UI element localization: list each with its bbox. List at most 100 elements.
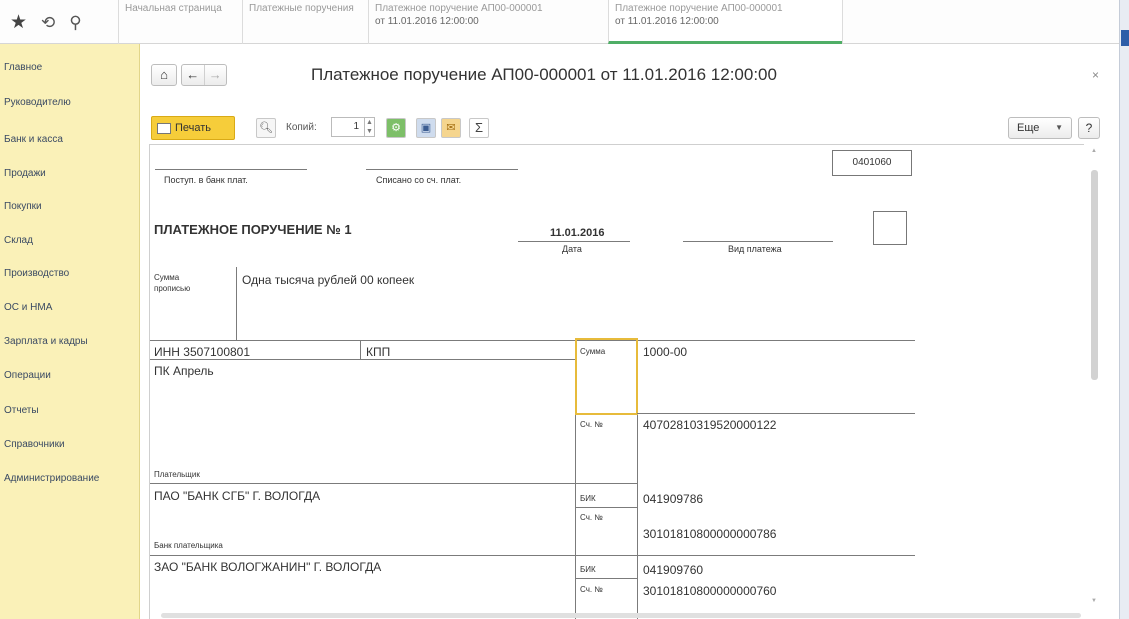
copies-input[interactable]: 1 (331, 117, 365, 137)
tab-payment-order-1[interactable]: Платежное поручение АП00-000001 от 11.01… (368, 0, 608, 44)
vertical-scrollbar[interactable]: ▲ ▼ (1090, 148, 1099, 608)
sidebar-item-purchases[interactable]: Покупки (4, 201, 42, 212)
sidebar-item-references[interactable]: Справочники (4, 439, 65, 450)
date-value: 11.01.2016 (550, 227, 605, 239)
tab-payment-order-2[interactable]: Платежное поручение АП00-000001 от 11.01… (608, 0, 842, 44)
sidebar-item-manager[interactable]: Руководителю (4, 97, 71, 108)
document-area: 0401060 Поступ. в банк плат. Списано со … (141, 144, 1119, 619)
tab-payment-orders[interactable]: Платежные поручения (242, 0, 368, 44)
search-icon[interactable]: ⚲ (69, 14, 81, 31)
date-label: Дата (562, 244, 582, 254)
sidebar-item-assets[interactable]: ОС и НМА (4, 302, 52, 313)
row-line-inn (150, 340, 915, 341)
horizontal-scrollbar[interactable] (161, 613, 1081, 618)
tab-empty-area (842, 0, 1112, 44)
mail-icon[interactable]: ✉ (441, 118, 461, 138)
home-icon: ⌂ (160, 67, 168, 82)
sidebar-item-bank[interactable]: Банк и касса (4, 134, 63, 145)
forward-button[interactable]: → (203, 65, 227, 85)
scroll-down-icon[interactable]: ▼ (1091, 598, 1097, 604)
form-header: ⌂ ← → Платежное поручение АП00-000001 от… (141, 44, 1119, 144)
payer-bank-bik: 041909786 (643, 492, 704, 506)
top-icons: ★ ⟲ ⚲ (0, 0, 118, 44)
payer-bank-account: 30101810800000000786 (643, 527, 777, 541)
sidebar-item-sales[interactable]: Продажи (4, 168, 46, 179)
copies-stepper[interactable]: ▲ ▼ (365, 117, 375, 137)
sum-words-label-1: Сумма (154, 273, 180, 282)
sum-words-label-2: прописью (154, 284, 191, 293)
scroll-up-icon[interactable]: ▲ (1091, 148, 1097, 154)
sum-icon[interactable]: Σ (469, 118, 489, 138)
help-button[interactable]: ? (1078, 117, 1100, 139)
more-button-label: Еще (1017, 122, 1040, 134)
copies-label: Копий: (286, 122, 317, 133)
debited-label: Списано со сч. плат. (376, 175, 462, 185)
payee-bank-name: ЗАО "БАНК ВОЛОГЖАНИН" Г. ВОЛОГДА (154, 560, 382, 574)
date-line (518, 241, 630, 242)
close-icon[interactable]: × (1092, 68, 1099, 82)
chevron-down-icon: ▼ (1055, 123, 1063, 132)
settings-icon[interactable]: ⚙ (386, 118, 406, 138)
navigation-buttons: ← → (181, 64, 227, 86)
sidebar-item-reports[interactable]: Отчеты (4, 405, 39, 416)
payer-account: 40702810319520000122 (643, 418, 777, 432)
payee-bank-bik-label: БИК (580, 565, 596, 574)
tab-label-date: от 11.01.2016 12:00:00 (375, 16, 479, 27)
tab-label: Платежные поручения (249, 3, 354, 14)
tab-label-date: от 11.01.2016 12:00:00 (615, 16, 719, 27)
payer-name: ПК Апрель (154, 364, 214, 378)
inn-kpp-divider (360, 340, 361, 359)
tab-home-page[interactable]: Начальная страница (118, 0, 242, 44)
kpp-label: КПП (366, 345, 391, 359)
tab-label: Платежное поручение АП00-000001 (615, 3, 783, 14)
debited-line (366, 169, 518, 170)
save-icon[interactable]: ▣ (416, 118, 436, 138)
payment-type-line (683, 241, 833, 242)
payer-bank-label: Банк плательщика (154, 541, 223, 550)
sidebar: Главное Руководителю Банк и касса Продаж… (0, 44, 140, 619)
sidebar-item-warehouse[interactable]: Склад (4, 235, 33, 246)
history-icon[interactable]: ⟲ (41, 14, 55, 31)
payment-order-document: 0401060 Поступ. в банк плат. Списано со … (149, 144, 1084, 619)
row-line-account (637, 413, 915, 414)
home-button[interactable]: ⌂ (151, 64, 177, 86)
row-line-payer-name (150, 359, 575, 360)
printer-icon (157, 122, 171, 134)
top-bar: ★ ⟲ ⚲ Начальная страница Платежные поруч… (0, 0, 1129, 44)
received-line (155, 169, 307, 170)
sidebar-item-administration[interactable]: Администрирование (4, 473, 99, 484)
tab-label: Платежное поручение АП00-000001 (375, 3, 543, 14)
print-button-label: Печать (175, 122, 212, 134)
payer-bank-name: ПАО "БАНК СГБ" Г. ВОЛОГДА (154, 489, 321, 503)
bik-account-line (575, 507, 638, 508)
sum-value: 1000-00 (643, 345, 688, 359)
scrollbar-thumb[interactable] (1091, 170, 1098, 380)
sidebar-item-production[interactable]: Производство (4, 268, 69, 279)
payer-label: Плательщик (154, 470, 200, 479)
more-button[interactable]: Еще ▼ (1008, 117, 1072, 139)
inn-value: ИНН 3507100801 (154, 345, 251, 359)
payment-type-box (873, 211, 907, 245)
row-line-payer-bank (150, 483, 638, 484)
payee-bank-bik: 041909760 (643, 563, 704, 577)
account-label: Сч. № (580, 420, 603, 429)
page-title: Платежное поручение АП00-000001 от 11.01… (311, 65, 777, 84)
received-label: Поступ. в банк плат. (164, 175, 248, 185)
print-button[interactable]: Печать (151, 116, 235, 140)
payer-bank-account-label: Сч. № (580, 513, 603, 522)
payee-bank-account: 30101810800000000760 (643, 584, 777, 598)
form-code: 0401060 (832, 150, 912, 176)
tab-label: Начальная страница (125, 3, 222, 14)
sum-words-divider (236, 267, 237, 340)
payer-bank-bik-label: БИК (580, 494, 596, 503)
favorites-star-icon[interactable]: ★ (10, 13, 27, 32)
sidebar-item-operations[interactable]: Операции (4, 370, 51, 381)
preview-icon[interactable]: 🔍︎ (256, 118, 276, 138)
payee-bik-account-line (575, 578, 638, 579)
sidebar-item-salary[interactable]: Зарплата и кадры (4, 336, 88, 347)
sidebar-item-main[interactable]: Главное (4, 62, 42, 73)
edge-marker (1121, 30, 1129, 46)
back-button[interactable]: ← (182, 65, 204, 85)
sum-words-value: Одна тысяча рублей 00 копеек (242, 273, 415, 287)
sum-label: Сумма (580, 347, 606, 356)
